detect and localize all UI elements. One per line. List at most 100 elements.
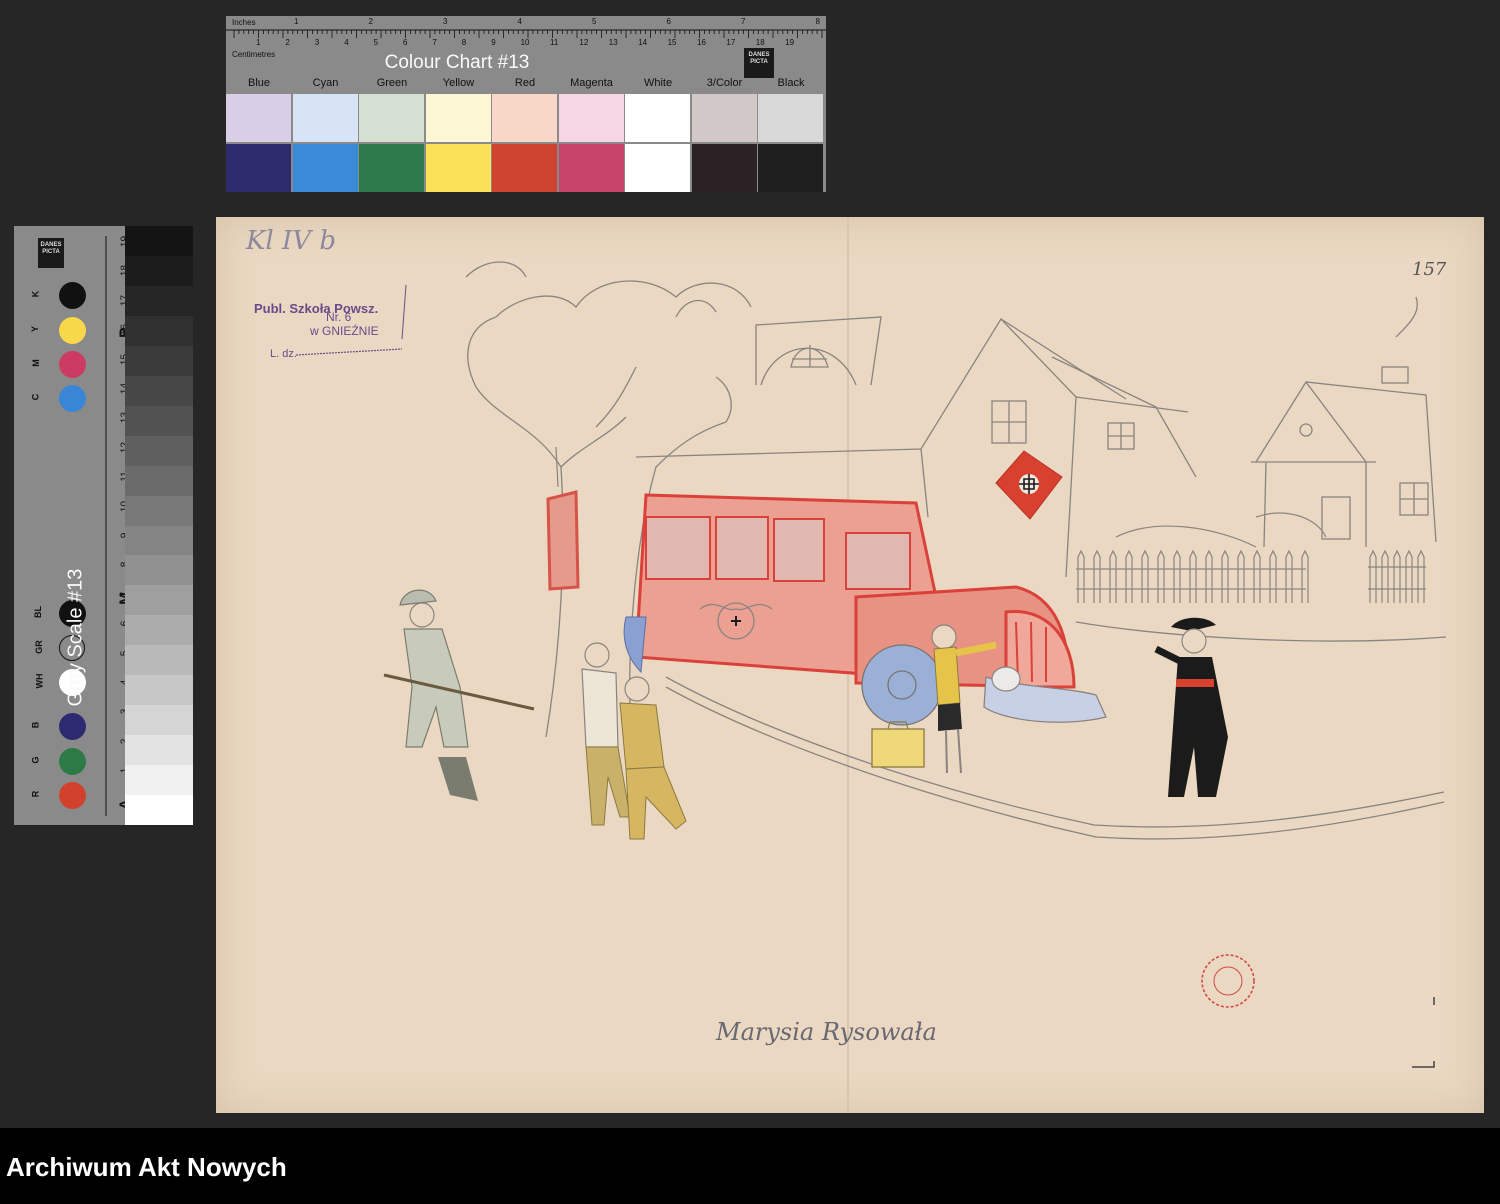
officer-black-uniform	[1154, 617, 1228, 797]
fence-post	[1301, 549, 1309, 603]
grey-step	[125, 735, 193, 766]
fence	[1076, 512, 1426, 603]
colour-label: Red	[514, 77, 536, 89]
grey-scale-title: Grey Scale #13	[64, 568, 87, 707]
fence-post	[1369, 549, 1377, 603]
school-stamp: Publ. Szkoła Powsz. Nr. 6 w GNIEŹNIE L. …	[254, 284, 407, 360]
stamp-line-3: w GNIEŹNIE	[309, 323, 379, 338]
ruler-inch-number: 4	[517, 17, 522, 26]
colour-chart: Inches Centimetres 12345678 1 2 3 4 5 6 7 8 9 10 1…	[226, 16, 826, 192]
colour-patch-light	[558, 94, 624, 142]
fence-post	[1173, 549, 1181, 603]
colour-patch-dark	[226, 144, 291, 192]
grey-scale-swatch: Y	[28, 316, 86, 346]
colour-label: Black	[777, 77, 805, 89]
grey-step	[125, 465, 193, 497]
colour-patch-light	[425, 94, 491, 142]
swatch-dot	[59, 351, 86, 378]
colour-patch-dark	[492, 144, 557, 192]
fence-post	[1141, 549, 1149, 603]
grey-scale-ruler	[105, 236, 107, 816]
grey-scale-swatch: C	[28, 384, 86, 414]
colour-patch-light	[492, 94, 557, 142]
fence-post	[1157, 549, 1165, 603]
swatch-dot	[59, 782, 86, 809]
swatch-dot	[59, 385, 86, 412]
colour-patch-light	[226, 94, 291, 142]
grey-scale-chart: DANES PICTA K Y M C BL GR WH B G R Grey Scale #13…	[14, 226, 193, 825]
ruler-cm-number: 17	[726, 38, 736, 47]
soldier-with-rifle	[383, 589, 535, 801]
swatch-label: K	[30, 290, 41, 298]
fence-post	[1109, 549, 1117, 603]
fence-post	[1077, 549, 1085, 603]
ruler-cm-number: 11	[550, 38, 559, 47]
ruler-cm-number: 1	[256, 38, 261, 47]
grey-step	[125, 705, 193, 736]
fence-post	[1205, 549, 1213, 603]
corner-note: Kl IV b	[245, 226, 336, 256]
grey-step	[125, 345, 193, 377]
ruler-cm-number: 7	[432, 38, 437, 47]
ruler-cm-number: 6	[403, 38, 408, 47]
swatch-dot	[59, 317, 86, 344]
ruler-cm-number: 3	[314, 38, 320, 47]
fence-post	[1405, 549, 1413, 603]
fence-post	[1381, 549, 1389, 603]
flag	[995, 450, 1063, 520]
colour-patch-dark	[292, 144, 358, 192]
swatch-label: G	[30, 756, 41, 764]
page-number: 157	[1412, 259, 1447, 280]
swatch-dot	[59, 748, 86, 775]
fence-post	[1269, 549, 1277, 603]
colour-patch-dark	[758, 144, 823, 192]
ruler-inch-number: 5	[592, 17, 597, 26]
swatch-label: C	[30, 393, 41, 401]
archive-stamp	[1201, 954, 1255, 1008]
ruler-cm-number: 10	[520, 38, 530, 47]
ruler-cm-number: 5	[373, 38, 379, 47]
grey-step	[125, 285, 193, 317]
ruler-inch-number: 6	[666, 17, 671, 26]
swatch-label: GR	[33, 640, 44, 654]
ruler-cm-number: 12	[579, 38, 589, 47]
ruler-inch-number: 7	[741, 17, 746, 26]
colour-label: Blue	[247, 77, 271, 89]
red-sign-on-tree	[546, 446, 580, 591]
grey-scale-swatch: M	[28, 350, 86, 380]
colour-label: Magenta	[570, 77, 613, 89]
grey-step	[125, 645, 193, 676]
swatch-label: B	[30, 721, 41, 729]
prisoners	[581, 642, 687, 840]
colour-label: Green	[376, 77, 408, 89]
grey-step	[125, 585, 193, 616]
colour-patch-dark	[425, 144, 491, 192]
ruler-cm-number: 8	[461, 38, 467, 47]
signature: Marysia Rysowała	[715, 1018, 937, 1046]
fence-post	[1125, 549, 1133, 603]
swatch-label: WH	[34, 673, 45, 689]
ruler-cm-number: 19	[785, 38, 795, 47]
ruler-cm-number: 4	[344, 38, 349, 47]
grey-step	[125, 495, 193, 527]
grey-step	[125, 765, 193, 796]
fence-post	[1221, 549, 1229, 603]
colour-patch-light	[691, 94, 757, 142]
colour-patch-dark	[625, 144, 690, 192]
colour-patches	[226, 94, 826, 192]
ruler-cm-number: 18	[755, 38, 765, 47]
grey-step	[125, 615, 193, 646]
house-right	[1251, 296, 1437, 548]
colour-label: White	[643, 77, 673, 89]
colour-label: Cyan	[312, 77, 339, 89]
colour-patch-light	[758, 94, 823, 142]
grey-step	[125, 525, 193, 557]
colour-label: 3/Color	[706, 77, 743, 89]
ruler-inch-number: 3	[443, 17, 448, 26]
colour-labels: Blue Cyan Green Yellow Red Magenta White 3/Colo…	[226, 77, 826, 93]
swatch-label: M	[30, 359, 41, 367]
child-drawing: Kl IV b 157 Publ. Szkoła Powsz. Nr. 6 w …	[245, 217, 1447, 1113]
colour-label: Yellow	[442, 77, 475, 89]
stamp-line-2: Nr. 6	[326, 310, 352, 324]
colour-patch-dark	[558, 144, 624, 192]
